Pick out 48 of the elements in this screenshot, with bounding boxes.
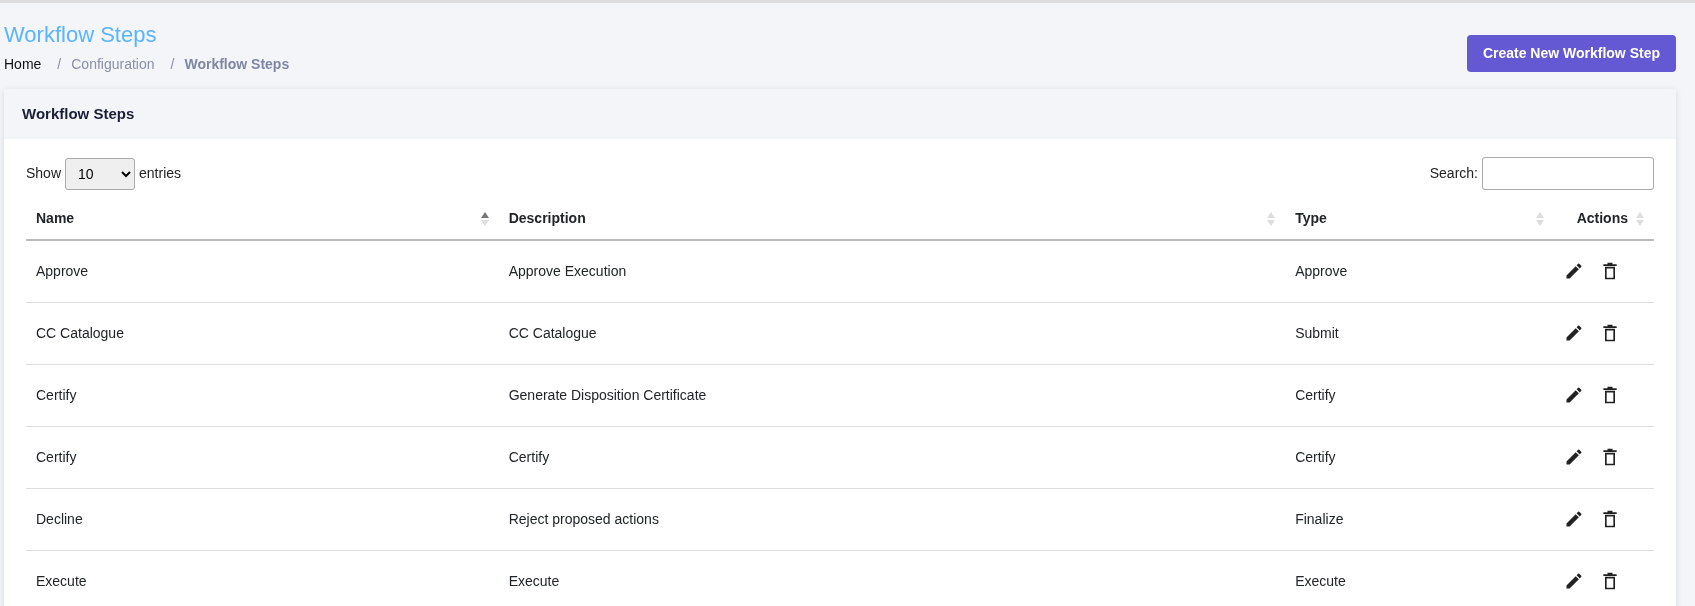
delete-trash-icon[interactable] <box>1600 323 1620 344</box>
edit-pencil-icon[interactable] <box>1564 447 1584 468</box>
table-cell: Certify <box>498 426 1286 489</box>
table-cell: Execute <box>26 550 499 606</box>
table-cell: Execute <box>1285 550 1554 606</box>
table-cell: Certify <box>26 364 499 427</box>
edit-pencil-icon[interactable] <box>1564 385 1584 406</box>
entries-label: entries <box>139 164 182 184</box>
edit-pencil-icon[interactable] <box>1564 571 1584 592</box>
table-cell: Decline <box>26 488 499 551</box>
edit-pencil-icon[interactable] <box>1564 509 1584 530</box>
delete-trash-icon[interactable] <box>1600 509 1620 530</box>
delete-trash-icon[interactable] <box>1600 385 1620 406</box>
page-title: Workflow Steps <box>4 21 158 49</box>
breadcrumb-link[interactable]: Home <box>4 53 42 75</box>
breadcrumb-separator: / <box>56 54 63 74</box>
column-header[interactable]: Type <box>1295 208 1327 230</box>
delete-trash-icon[interactable] <box>1600 571 1620 592</box>
table-cell: Approve Execution <box>498 240 1286 303</box>
table-cell: Certify <box>1285 426 1554 489</box>
table-cell: Reject proposed actions <box>498 488 1286 551</box>
edit-pencil-icon[interactable] <box>1564 261 1584 282</box>
column-header[interactable]: Name <box>36 208 75 230</box>
table-cell: Submit <box>1285 302 1554 365</box>
column-header[interactable]: Actions <box>1576 208 1628 230</box>
delete-trash-icon[interactable] <box>1600 261 1620 282</box>
show-label: Show <box>26 164 62 184</box>
column-header[interactable]: Description <box>508 208 586 230</box>
table-cell: Certify <box>26 426 499 489</box>
breadcrumb-item: Workflow Steps <box>184 54 290 74</box>
breadcrumb-item: Configuration <box>71 54 155 74</box>
card-title: Workflow Steps <box>4 88 1676 140</box>
table-cell: Approve <box>26 240 499 303</box>
search-label: Search: <box>1429 164 1478 184</box>
table-cell: CC Catalogue <box>26 302 499 365</box>
sort-icon[interactable] <box>480 211 489 226</box>
breadcrumb-separator: / <box>169 54 176 74</box>
table-cell: Generate Disposition Certificate <box>498 364 1286 427</box>
table-cell: CC Catalogue <box>498 302 1286 365</box>
table-cell: Certify <box>1285 364 1554 427</box>
entries-dropdown[interactable]: 10 <box>65 157 136 190</box>
delete-trash-icon[interactable] <box>1600 447 1620 468</box>
table-cell: Finalize <box>1285 488 1554 551</box>
table-cell: Execute <box>498 550 1286 606</box>
create-workflow-step-button[interactable]: Create New Workflow Step <box>1466 35 1676 72</box>
search-field[interactable] <box>1482 157 1654 191</box>
table-cell: Approve <box>1285 240 1554 303</box>
edit-pencil-icon[interactable] <box>1564 323 1584 344</box>
